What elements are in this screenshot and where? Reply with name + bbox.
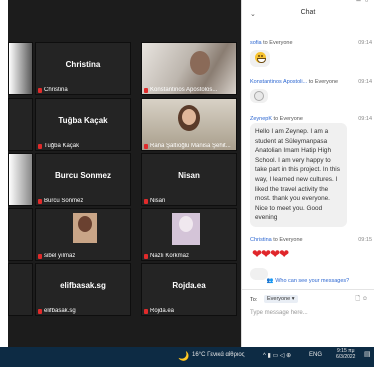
video-tile-nazli[interactable]: Nazlı Korkmaz [141, 208, 237, 261]
recipient-dropdown[interactable]: Everyone ▾ [264, 295, 298, 303]
mic-muted-icon [38, 308, 42, 314]
who-can-see-link[interactable]: 👥 Who can see your messages? [242, 278, 374, 284]
chat-message-header: Christina to Everyone 09:15 [250, 237, 372, 243]
mic-muted-icon [38, 198, 42, 204]
person-face [78, 216, 92, 232]
video-tile-partial[interactable] [8, 153, 33, 206]
chat-text-message: Hello I am Zeynep. I am a student at Sül… [250, 123, 347, 227]
notifications-icon[interactable]: ▤ [364, 350, 371, 358]
chat-message-header: sofia to Everyone 09:14 [250, 40, 372, 46]
divider [242, 289, 374, 290]
chat-panel: – ▫ ⌄ Chat sofia to Everyone 09:14 Konst… [241, 0, 374, 348]
participant-label: Nazlı Korkmaz [144, 253, 189, 259]
participant-name: Nisan [178, 171, 200, 180]
participant-name: elifbasak.sg [60, 281, 106, 290]
participant-label: Nisan [144, 198, 165, 204]
weather-icon: 🌙 [178, 351, 190, 361]
message-input[interactable]: Type message here... [250, 310, 308, 316]
mic-muted-icon [38, 143, 42, 149]
mic-muted-icon [144, 198, 148, 204]
participant-label: Burcu Sonmez [38, 198, 83, 204]
window-controls[interactable]: – ▫ [356, 0, 368, 5]
system-tray-icons[interactable]: ^ ▮ ▭ ◁ ⊕ [263, 352, 291, 359]
video-tile-christina[interactable]: Christina Christina [35, 42, 131, 95]
chat-message-header: ZeynepK to Everyone 09:14 [250, 116, 372, 122]
person-video [190, 51, 210, 75]
chat-message-header: Konstantinos Apostoli... to Everyone 09:… [250, 79, 372, 85]
participant-name: Rojda.ea [172, 281, 206, 290]
video-tile-sibel[interactable]: sibel yılmaz [35, 208, 131, 261]
chat-message-text: Hello I am Zeynep. I am a student at Sül… [255, 128, 340, 222]
participant-label: elifbasak.sg [38, 308, 76, 314]
video-tile-partial[interactable] [8, 42, 33, 95]
heart-emojis: ❤❤❤❤ [252, 247, 289, 261]
participant-label: Konstantinos Apostolos... [144, 87, 217, 93]
person-face [179, 216, 193, 232]
participant-label: Christina [38, 87, 68, 93]
video-gallery: Christina Christina Konstantinos Apostol… [8, 0, 241, 348]
mic-muted-icon [38, 87, 42, 93]
video-tile-konstantinos[interactable]: Konstantinos Apostolos... [141, 42, 237, 95]
video-tile-burcu[interactable]: Burcu Sonmez Burcu Sonmez [35, 153, 131, 206]
to-label: To: [250, 297, 258, 303]
video-tile-partial[interactable] [8, 263, 33, 316]
chevron-down-icon: ▾ [291, 296, 295, 302]
clock[interactable]: 9:15 πμ 6/3/2022 [336, 348, 355, 360]
video-tile-partial[interactable] [8, 208, 33, 261]
participant-name: Burcu Sonmez [54, 171, 111, 180]
chat-emoji-message [250, 50, 270, 67]
video-tile-tugba[interactable]: Tuğba Kaçak Tuğba Kaçak [35, 98, 131, 151]
file-icon[interactable]: 🗋 ☺ [355, 294, 368, 304]
video-tile-elifbasak[interactable]: elifbasak.sg elifbasak.sg [35, 263, 131, 316]
video-tile-partial[interactable] [8, 98, 33, 151]
participant-label: Tuğba Kaçak [38, 143, 79, 149]
grinning-emoji-icon [254, 52, 266, 63]
chat-title: Chat [300, 9, 316, 16]
person-face [182, 109, 196, 125]
weather-text[interactable]: 16°C Γενικά αίθριος [192, 352, 245, 358]
participant-label: Rana Şaltıoğlu Manisa Şehit... [144, 143, 231, 149]
video-tile-nisan[interactable]: Nisan Nisan [141, 153, 237, 206]
windows-taskbar: 🌙 16°C Γενικά αίθριος ^ ▮ ▭ ◁ ⊕ ENG 9:15… [0, 347, 374, 367]
participant-name: Tuğba Kaçak [58, 116, 108, 125]
participant-label: sibel yılmaz [38, 253, 75, 259]
video-tile-rojda[interactable]: Rojda.ea Rojda.ea [141, 263, 237, 316]
sticker-icon [254, 91, 264, 101]
mic-muted-icon [38, 253, 42, 259]
mic-muted-icon [144, 308, 148, 314]
participant-name: Christina [65, 60, 101, 69]
video-tile-rana[interactable]: Rana Şaltıoğlu Manisa Şehit... [141, 98, 237, 151]
users-icon: 👥 [266, 278, 274, 284]
mic-muted-icon [144, 87, 148, 93]
chat-sticker-message [250, 89, 268, 103]
mic-muted-icon [144, 143, 148, 149]
mic-muted-icon [144, 253, 148, 259]
participant-label: Rojda.ea [144, 308, 174, 314]
input-language[interactable]: ENG [309, 352, 322, 358]
